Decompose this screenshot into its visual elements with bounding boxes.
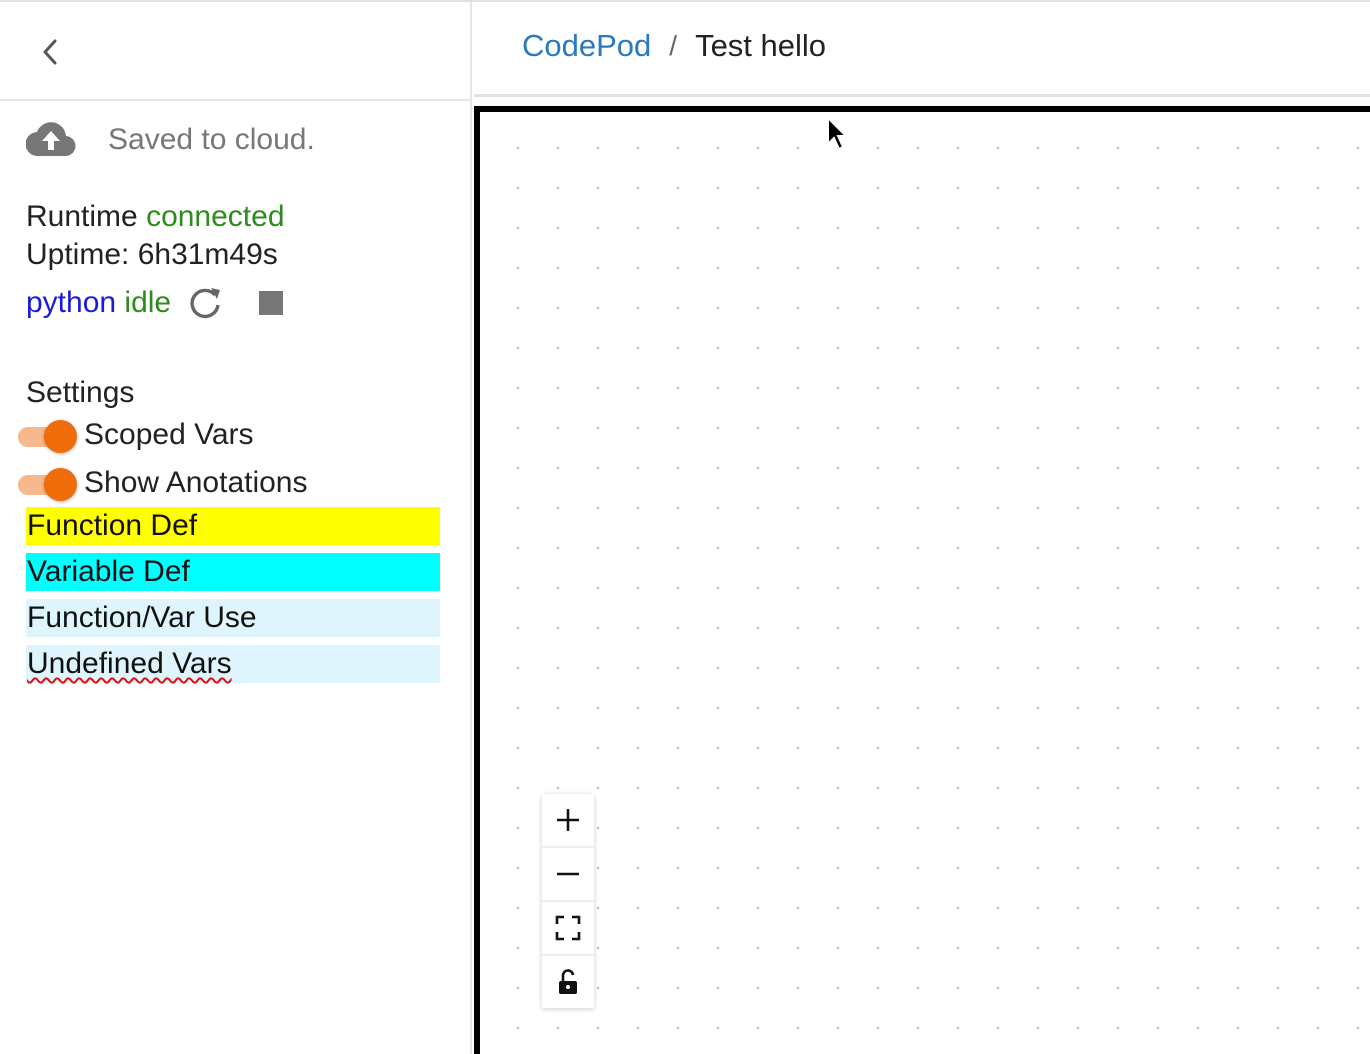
fit-view-icon: [555, 915, 581, 941]
save-status-text: Saved to cloud.: [108, 123, 315, 156]
cloud-upload-icon: [26, 122, 76, 157]
legend-function-def: Function Def: [26, 507, 440, 545]
zoom-in-icon: [557, 809, 579, 831]
canvas-controls: [542, 794, 594, 1008]
flow-canvas[interactable]: [474, 106, 1370, 1054]
main-area: CodePod / Test hello: [474, 2, 1370, 1054]
scoped-vars-setting: Scoped Vars: [18, 418, 254, 453]
legend-undefined-vars-label: Undefined Vars: [27, 647, 232, 680]
breadcrumb-current-page: Test hello: [695, 28, 827, 63]
breadcrumb-codepod-link[interactable]: CodePod: [522, 28, 651, 64]
show-annotations-toggle[interactable]: [18, 468, 77, 501]
legend-function-var-use: Function/Var Use: [26, 599, 440, 637]
zoom-in-button[interactable]: [542, 794, 594, 848]
unlock-icon: [559, 969, 577, 994]
legend-variable-def: Variable Def: [26, 553, 440, 591]
legend-undefined-vars: Undefined Vars: [26, 645, 440, 683]
kernel-state: idle: [124, 286, 172, 319]
uptime: Uptime: 6h31m49s: [26, 238, 278, 271]
toggle-lock-button[interactable]: [542, 956, 594, 1008]
sidebar-header: [0, 2, 470, 101]
runtime-label: Runtime: [26, 200, 138, 233]
toggle-thumb: [44, 468, 77, 501]
chevron-left-icon: [43, 39, 57, 65]
fit-view-button[interactable]: [542, 902, 594, 956]
save-status: Saved to cloud.: [26, 122, 315, 158]
breadcrumb-separator: /: [669, 30, 678, 61]
zoom-out-icon: [557, 872, 579, 876]
refresh-icon[interactable]: [187, 285, 223, 321]
top-bar: CodePod / Test hello: [474, 2, 1370, 97]
breadcrumb: CodePod / Test hello: [522, 28, 826, 64]
kernel-status: python idle: [26, 285, 284, 321]
runtime-status: Runtime connected: [26, 200, 285, 234]
mouse-pointer-icon: [827, 116, 849, 151]
scoped-vars-toggle[interactable]: [18, 420, 77, 453]
kernel-language: python: [26, 286, 117, 319]
stop-icon[interactable]: [259, 291, 284, 315]
back-button[interactable]: [34, 32, 66, 72]
zoom-out-button[interactable]: [542, 848, 594, 902]
show-annotations-label: Show Anotations: [84, 466, 308, 499]
runtime-connected: connected: [146, 200, 285, 233]
scoped-vars-label: Scoped Vars: [84, 418, 254, 451]
sidebar: Saved to cloud. Runtime connected Uptime…: [0, 2, 472, 1054]
show-annotations-setting: Show Anotations: [18, 466, 308, 501]
toggle-thumb: [44, 420, 77, 453]
settings-title: Settings: [26, 376, 135, 409]
